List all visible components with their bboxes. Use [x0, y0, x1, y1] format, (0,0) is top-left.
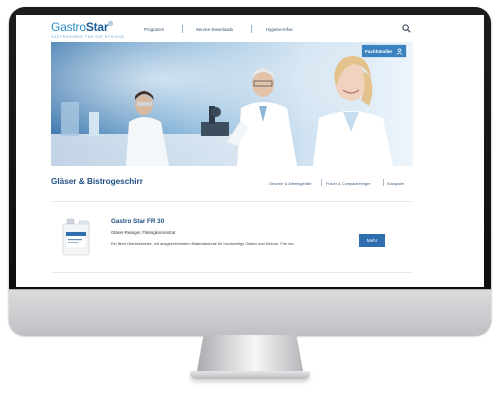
section-divider — [51, 272, 413, 273]
logo-tagline: GASTRONOMIE FÜR DIE HYGIENE — [51, 35, 125, 39]
logo-name-light: Gastro — [51, 20, 86, 34]
product-canister-image[interactable] — [61, 218, 91, 256]
category-link-divider — [383, 179, 384, 186]
section-divider — [51, 201, 413, 202]
logo-name-bold: Star — [85, 20, 109, 34]
user-icon — [396, 48, 403, 55]
nav-item-programm[interactable]: Programm — [144, 27, 164, 32]
brand-logo[interactable]: GastroStar® GASTRONOMIE FÜR DIE HYGIENE — [51, 19, 125, 40]
mehr-button[interactable]: Mehr — [359, 234, 385, 247]
nav-item-hygiene-infos[interactable]: Hygiene-Infos — [266, 27, 293, 32]
logo-mark: ® — [108, 22, 113, 28]
nav-item-service-downloads[interactable]: Service-Downloads — [196, 27, 233, 32]
monitor-chin — [9, 289, 491, 336]
nav-divider — [182, 25, 183, 33]
fachhaendler-label: Fachhändler — [365, 48, 393, 54]
fachhaendler-button[interactable]: Fachhändler — [361, 44, 407, 58]
product-description: Ein flinnt Getränkereste, mit ausgezeich… — [111, 241, 297, 246]
website-screen: GastroStar® GASTRONOMIE FÜR DIE HYGIENE … — [16, 15, 484, 287]
category-title: Gläser & Bistrogeschirr — [51, 177, 143, 186]
category-link-divider — [321, 179, 322, 186]
monitor-stand — [196, 335, 304, 376]
product-name[interactable]: Gastro Star FR 30 — [111, 218, 164, 225]
category-link-pulver[interactable]: Pulver & Compactreiniger — [326, 181, 370, 186]
nav-divider — [251, 25, 252, 33]
site-header: GastroStar® GASTRONOMIE FÜR DIE HYGIENE … — [16, 15, 484, 42]
monitor-stand-base — [190, 371, 310, 379]
hero-banner: Fachhändler — [51, 42, 413, 166]
category-link-geschirr[interactable]: Geschirr & Arbeitsgeräte — [269, 181, 311, 186]
lab-scientists-image — [51, 42, 413, 166]
category-link-klarspueler[interactable]: Klarspüler — [387, 181, 405, 186]
product-subtitle: Gläser-Reiniger, Flüssigkonzentrat — [111, 230, 176, 235]
search-icon[interactable] — [402, 24, 411, 33]
